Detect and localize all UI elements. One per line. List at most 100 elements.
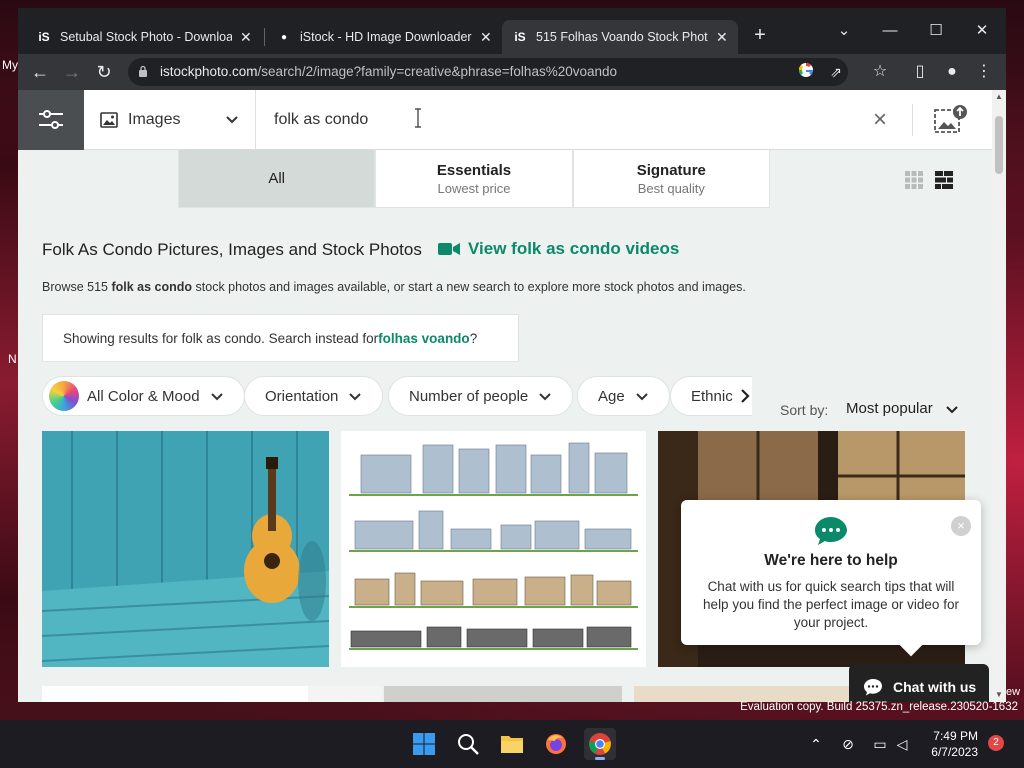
- windows-start-icon[interactable]: [408, 728, 440, 760]
- clear-search-icon[interactable]: ×: [868, 108, 892, 132]
- file-explorer-icon[interactable]: [496, 728, 528, 760]
- color-wheel-icon: [49, 381, 79, 411]
- search-by-image-icon[interactable]: [932, 104, 970, 136]
- page-scrollbar[interactable]: ▲ ▼: [992, 90, 1006, 702]
- help-body: Chat with us for quick search tips that …: [703, 579, 959, 630]
- filters-button[interactable]: [18, 90, 84, 150]
- new-tab-icon[interactable]: +: [748, 24, 772, 48]
- menu-kebab-icon[interactable]: ⋮: [972, 60, 996, 84]
- chevron-down-icon: [635, 393, 648, 401]
- side-panel-icon[interactable]: ▯: [908, 60, 932, 84]
- filter-age[interactable]: Age: [577, 376, 670, 416]
- chevron-down-icon: [226, 116, 238, 124]
- result-image-row2-4[interactable]: [634, 686, 849, 702]
- sort-label: Sort by:: [780, 402, 829, 418]
- license-tabs: All Essentials Lowest price Signature Be…: [178, 150, 770, 208]
- tab-title: iStock - HD Image Downloader: [300, 30, 472, 44]
- search-bar: Images ×: [18, 90, 992, 150]
- media-type-dropdown[interactable]: Images: [84, 90, 256, 150]
- text-cursor-icon: [415, 108, 421, 128]
- chat-help-popup: × We're here to help Chat with us for qu…: [681, 500, 981, 645]
- address-bar[interactable]: istockphoto.com/search/2/image?family=cr…: [128, 58, 848, 86]
- close-window-icon[interactable]: ✕: [962, 16, 1002, 46]
- result-image-guitar[interactable]: [42, 431, 329, 667]
- result-image-buildings[interactable]: [341, 431, 646, 667]
- spelling-notice: Showing results for folk as condo. Searc…: [42, 314, 519, 362]
- chat-with-us-button[interactable]: Chat with us: [849, 664, 989, 702]
- istock-favicon-icon: iS: [514, 30, 526, 44]
- close-tab-icon[interactable]: ✕: [716, 29, 728, 46]
- extension-favicon-icon: ●: [280, 31, 288, 43]
- grid-view-icon[interactable]: [904, 170, 924, 190]
- tray-chevron-up-icon[interactable]: ⌃: [806, 734, 826, 754]
- chrome-icon[interactable]: [584, 728, 616, 760]
- filter-number-of-people[interactable]: Number of people: [388, 376, 574, 416]
- search-input[interactable]: [274, 106, 854, 134]
- sliders-icon: [39, 110, 63, 129]
- scroll-down-icon[interactable]: ▼: [992, 688, 1006, 702]
- tab-essentials[interactable]: Essentials Lowest price: [375, 150, 573, 208]
- taskbar: ⌃ ⊘ ▭ ◁ 7:49 PM 6/7/2023 2: [0, 720, 1024, 768]
- reload-icon[interactable]: ↻: [92, 60, 116, 84]
- evaluation-watermark: Evaluation copy. Build 25375.zn_release.…: [740, 701, 1018, 713]
- help-title: We're here to help: [764, 552, 898, 569]
- search-instead-link[interactable]: folhas voando: [378, 331, 470, 346]
- divider: [912, 104, 913, 136]
- video-camera-icon: [438, 243, 460, 255]
- istock-favicon-icon: iS: [38, 30, 50, 44]
- chat-bubble-icon: [815, 517, 847, 545]
- search-icon[interactable]: [452, 728, 484, 760]
- tab-search-icon[interactable]: ⌄: [824, 16, 864, 46]
- display-icon[interactable]: ▭: [870, 734, 890, 754]
- scroll-up-icon[interactable]: ▲: [992, 90, 1006, 104]
- mosaic-view-icon[interactable]: [934, 170, 954, 190]
- filter-orientation[interactable]: Orientation: [244, 376, 384, 416]
- tab-title: 515 Folhas Voando Stock Photos: [536, 30, 708, 44]
- desktop-partial-text: ew: [1006, 686, 1021, 698]
- result-image-row2-2[interactable]: [308, 686, 382, 702]
- bookmark-star-icon[interactable]: ☆: [868, 60, 892, 84]
- chevron-down-icon: [349, 393, 362, 401]
- filter-color-mood[interactable]: All Color & Mood: [42, 376, 245, 416]
- tab-strip: iS Setubal Stock Photo - Download ✕ ● iS…: [18, 8, 1006, 54]
- close-tab-icon[interactable]: ✕: [240, 29, 252, 46]
- share-icon[interactable]: ⇗: [826, 62, 846, 82]
- chevron-down-icon: [539, 393, 551, 401]
- chevron-down-icon: [210, 393, 223, 401]
- chevron-down-icon: [946, 405, 958, 413]
- notification-badge[interactable]: 2: [988, 735, 1004, 751]
- browser-window: iS Setubal Stock Photo - Download ✕ ● iS…: [18, 8, 1006, 702]
- tab-signature[interactable]: Signature Best quality: [572, 150, 770, 208]
- minimize-icon[interactable]: —: [870, 16, 910, 46]
- desktop-label-mid: N: [8, 352, 17, 366]
- view-videos-link[interactable]: View folk as condo videos: [438, 239, 679, 259]
- result-image-row2-1[interactable]: [42, 686, 308, 702]
- lock-icon: [139, 65, 147, 77]
- chevron-right-icon[interactable]: [736, 386, 754, 406]
- system-clock[interactable]: 7:49 PM 6/7/2023: [920, 728, 978, 760]
- network-off-icon[interactable]: ⊘: [838, 734, 858, 754]
- profile-icon[interactable]: ●: [940, 60, 964, 84]
- browser-tab-2[interactable]: ● iStock - HD Image Downloader ✕: [266, 20, 502, 54]
- tab-all[interactable]: All: [178, 150, 376, 208]
- browser-toolbar: ← → ↻ istockphoto.com/search/2/image?fam…: [18, 54, 1006, 90]
- close-popup-icon[interactable]: ×: [951, 516, 971, 536]
- istock-page: Images × All Essentials Lowest price S: [18, 90, 1006, 702]
- maximize-icon[interactable]: ☐: [916, 16, 956, 46]
- close-tab-icon[interactable]: ✕: [480, 29, 492, 46]
- volume-icon[interactable]: ◁: [892, 734, 912, 754]
- firefox-icon[interactable]: [540, 728, 572, 760]
- scrollbar-thumb[interactable]: [995, 116, 1003, 174]
- tab-separator: [264, 28, 265, 46]
- forward-icon[interactable]: →: [60, 60, 84, 84]
- media-type-label: Images: [128, 111, 181, 128]
- browser-tab-1[interactable]: iS Setubal Stock Photo - Download ✕: [26, 20, 262, 54]
- chat-icon: [864, 679, 882, 696]
- tab-title: Setubal Stock Photo - Download: [60, 30, 232, 44]
- browser-tab-3-active[interactable]: iS 515 Folhas Voando Stock Photos ✕: [502, 20, 738, 54]
- google-icon[interactable]: [796, 62, 816, 82]
- result-image-row2-3[interactable]: [384, 686, 622, 702]
- back-icon[interactable]: ←: [28, 60, 52, 84]
- sort-dropdown[interactable]: Most popular: [846, 400, 959, 417]
- page-title: Folk As Condo Pictures, Images and Stock…: [42, 240, 422, 259]
